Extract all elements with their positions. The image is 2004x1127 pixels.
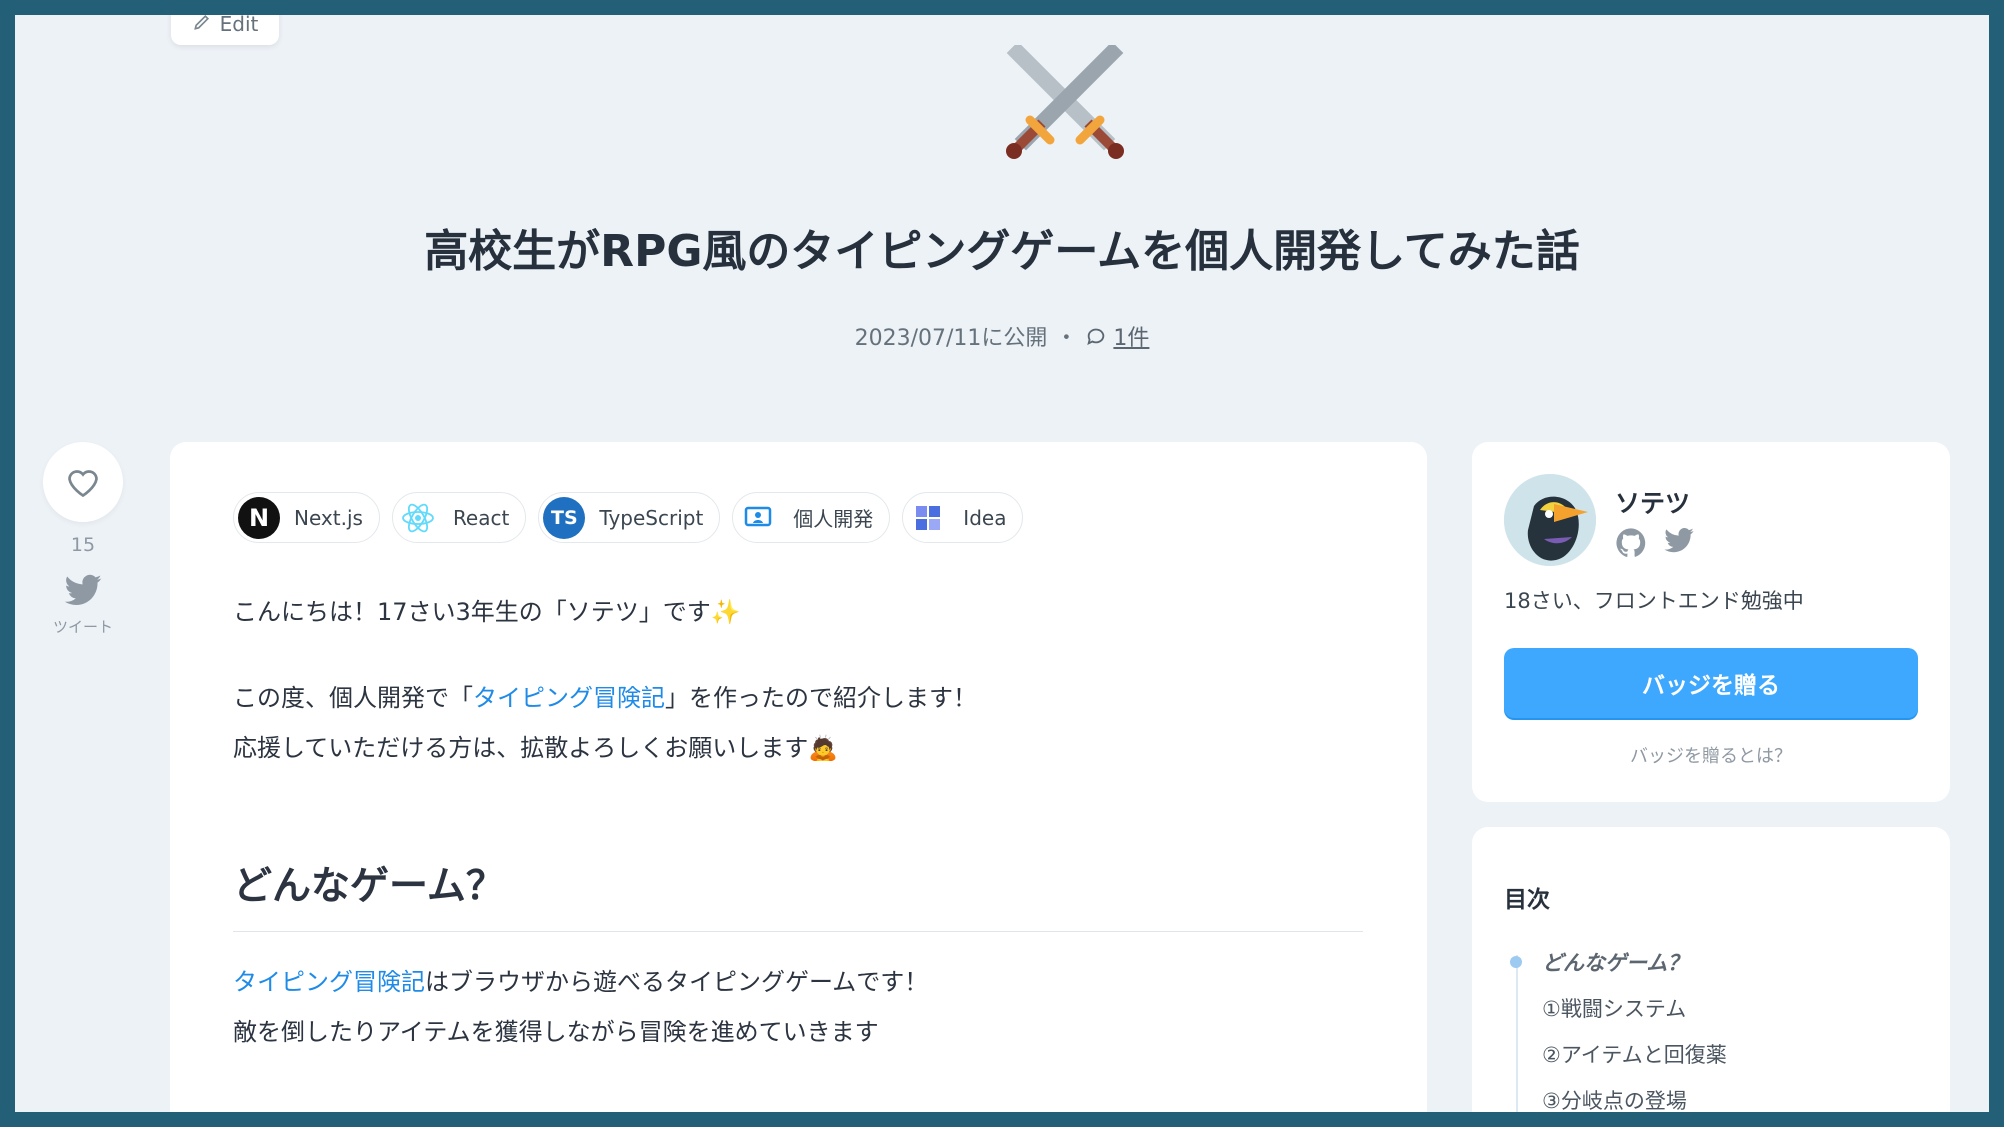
- topic-label: 個人開発: [793, 507, 874, 531]
- toc-item-label: どんなゲーム？: [1542, 951, 1689, 975]
- text: 応援していただける方は、拡散よろしくお願いします: [233, 734, 809, 762]
- text: 」を作ったので紹介します！: [665, 684, 977, 712]
- toc-item[interactable]: ③分岐点の登場: [1504, 1077, 1727, 1112]
- social-links: [1615, 527, 1695, 559]
- paragraph: こんにちは！17さい3年生の「ソテツ」です✨: [233, 587, 1363, 637]
- topic-label: React: [452, 505, 510, 530]
- table-of-contents: 目次 どんなゲーム？ ①戦闘システム ②アイテムと回復薬 ③分岐点の登場: [1472, 827, 1950, 1112]
- personal-dev-icon: [737, 497, 779, 539]
- topic-personal-dev[interactable]: 個人開発: [732, 492, 891, 543]
- author-bio: 18さい、フロントエンド勉強中: [1504, 589, 1804, 613]
- game-link[interactable]: タイピング冒険記: [473, 684, 665, 712]
- toc-active-dot: [1510, 956, 1522, 968]
- article-card: N Next.js React TS TypeScript 個人開発 Idea …: [170, 442, 1427, 1112]
- page-viewport: Edit 高校生がRPG風のタイピングゲームを個人開発してみた話 2023/07…: [15, 15, 1989, 1112]
- topic-typescript[interactable]: TS TypeScript: [538, 492, 721, 543]
- topic-react[interactable]: React: [391, 492, 527, 543]
- toc-list: どんなゲーム？ ①戦闘システム ②アイテムと回復薬 ③分岐点の登場: [1504, 939, 1727, 1112]
- like-count: 15: [70, 534, 96, 556]
- sparkles-icon: ✨: [710, 598, 741, 626]
- edit-button[interactable]: Edit: [171, 15, 279, 45]
- crossed-swords-icon: [1006, 45, 1124, 159]
- edit-label: Edit: [219, 15, 259, 36]
- toc-item-label: ②アイテムと回復薬: [1542, 1043, 1727, 1067]
- nextjs-icon: N: [238, 496, 280, 539]
- tweet-button[interactable]: ツイート: [43, 574, 123, 637]
- toc-item-label: ①戦闘システム: [1542, 997, 1687, 1021]
- article-body-intro: こんにちは！17さい3年生の「ソテツ」です✨ この度、個人開発で「タイピング冒険…: [233, 587, 1363, 773]
- topic-label: TypeScript: [599, 505, 704, 530]
- like-button[interactable]: [43, 442, 123, 522]
- twitter-icon: [64, 574, 102, 606]
- toc-item-label: ③分岐点の登場: [1542, 1089, 1687, 1112]
- comment-count: 1件: [1113, 326, 1150, 351]
- author-profile-card: ソテツ 18さい、フロントエンド勉強中 バッジを贈る バッジを贈るとは？: [1472, 442, 1950, 802]
- article-meta: 2023/07/11に公開 ・ 1件: [15, 320, 1989, 352]
- text: この度、個人開発で「: [233, 684, 473, 712]
- toc-title: 目次: [1504, 887, 1550, 913]
- article-title: 高校生がRPG風のタイピングゲームを個人開発してみた話: [424, 226, 1580, 277]
- text: はブラウザから遊べるタイピングゲームです！: [425, 968, 929, 996]
- article-actions: 15 ツイート: [43, 442, 123, 637]
- paragraph: タイピング冒険記はブラウザから遊べるタイピングゲームです！: [233, 957, 1363, 1007]
- tweet-label: ツイート: [52, 618, 113, 636]
- github-icon[interactable]: [1615, 527, 1647, 559]
- toc-item[interactable]: ②アイテムと回復薬: [1504, 1031, 1727, 1077]
- comment-icon: [1087, 328, 1105, 346]
- topic-list: N Next.js React TS TypeScript 個人開発 Idea: [233, 492, 1024, 543]
- topic-label: Idea: [963, 505, 1007, 530]
- section-heading: どんなゲーム？: [233, 855, 1363, 932]
- topic-label: Next.js: [294, 505, 363, 530]
- game-link[interactable]: タイピング冒険記: [233, 968, 425, 996]
- author-avatar[interactable]: [1504, 474, 1596, 566]
- badge-help-link[interactable]: バッジを贈るとは？: [1472, 742, 1950, 768]
- intro-text: こんにちは！17さい3年生の「ソテツ」です: [233, 598, 711, 626]
- comment-link[interactable]: 1件: [1085, 320, 1149, 352]
- bowing-person-icon: 🙇: [808, 734, 839, 762]
- idea-icon: [907, 497, 949, 539]
- twitter-icon[interactable]: [1663, 527, 1695, 555]
- topic-idea[interactable]: Idea: [902, 492, 1024, 543]
- pencil-icon: [192, 15, 212, 37]
- topic-nextjs[interactable]: N Next.js: [233, 492, 380, 543]
- article-body-section: タイピング冒険記はブラウザから遊べるタイピングゲームです！ 敵を倒したりアイテム…: [233, 957, 1363, 1057]
- published-date: 2023/07/11に公開: [854, 326, 1048, 351]
- heart-icon: [68, 470, 98, 498]
- paragraph: この度、個人開発で「タイピング冒険記」を作ったので紹介します！: [233, 673, 1363, 723]
- author-name[interactable]: ソテツ: [1615, 484, 1690, 520]
- react-icon: [397, 497, 439, 539]
- meta-separator: ・: [1055, 326, 1078, 351]
- send-badge-button[interactable]: バッジを贈る: [1504, 648, 1918, 718]
- paragraph: 敵を倒したりアイテムを獲得しながら冒険を進めていきます: [233, 1018, 879, 1046]
- paragraph: 応援していただける方は、拡散よろしくお願いします🙇: [233, 723, 1363, 773]
- toc-item[interactable]: どんなゲーム？: [1504, 939, 1727, 985]
- typescript-icon: TS: [543, 496, 586, 539]
- toc-item[interactable]: ①戦闘システム: [1504, 985, 1727, 1031]
